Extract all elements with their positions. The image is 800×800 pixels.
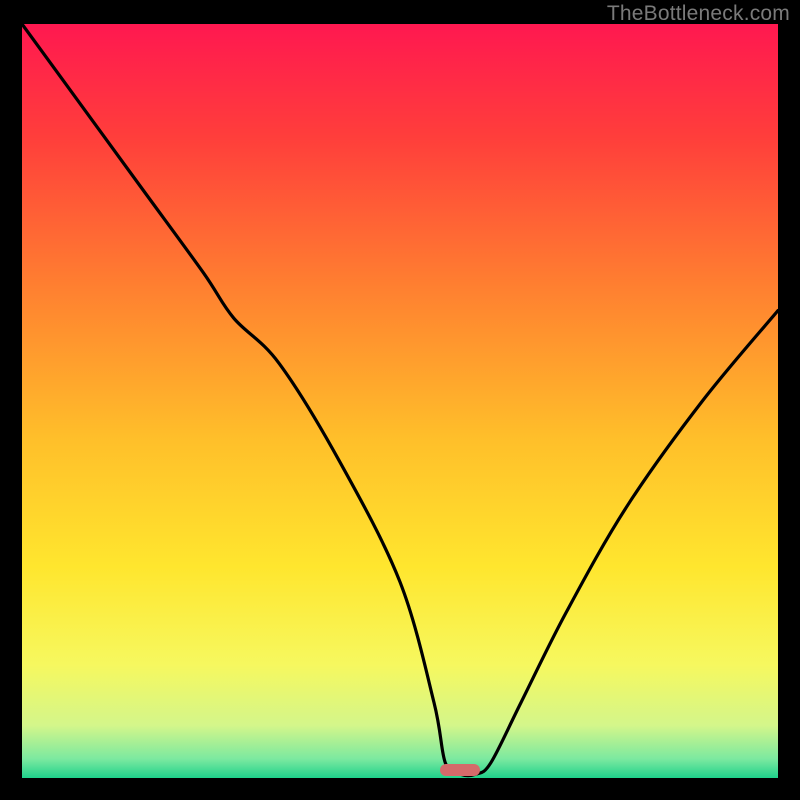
plot-area (22, 24, 778, 778)
watermark-text: TheBottleneck.com (607, 2, 790, 26)
chart-frame: TheBottleneck.com (0, 0, 800, 800)
optimal-marker (440, 764, 480, 776)
bottleneck-curve (22, 24, 778, 778)
